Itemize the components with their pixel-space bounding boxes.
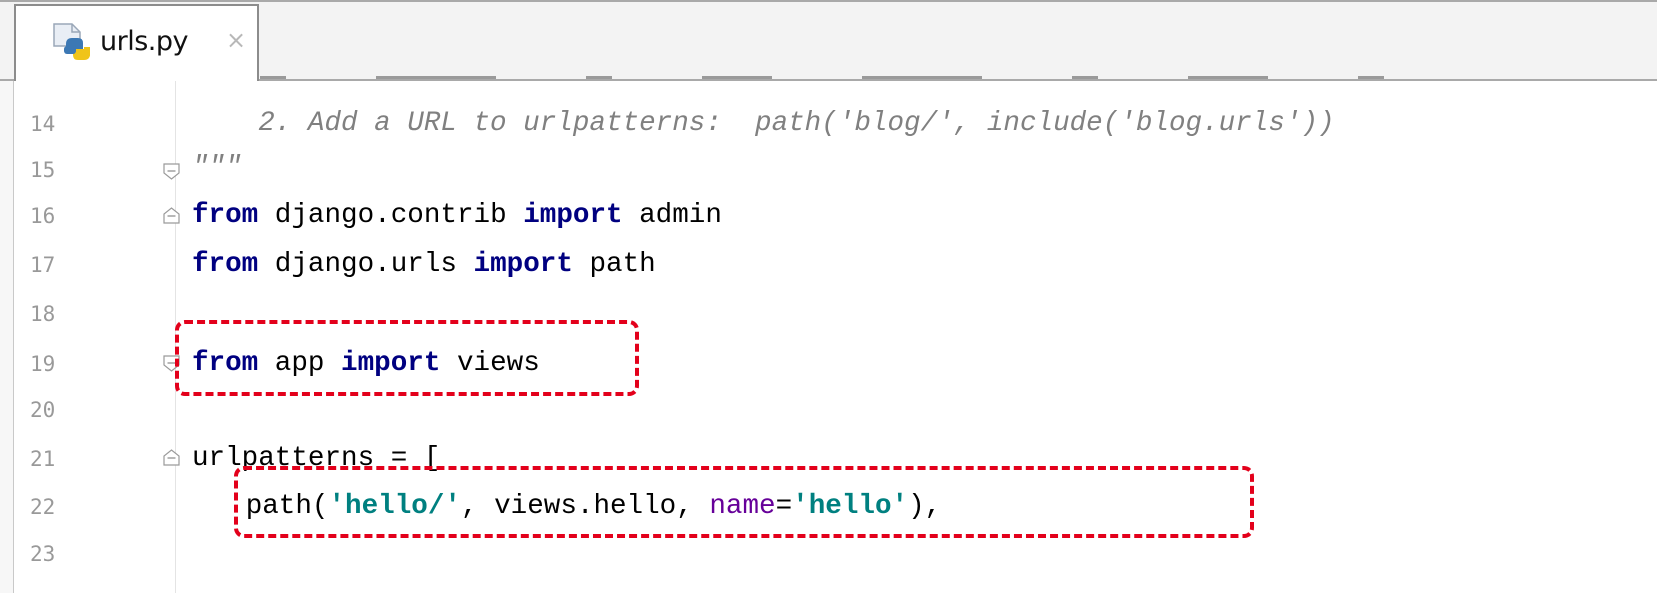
editor-left-edge xyxy=(0,0,14,593)
imported-name: path xyxy=(572,249,656,280)
line-number-22: 22 xyxy=(30,495,56,519)
keyword-from: from xyxy=(192,200,259,231)
code-line-15[interactable]: """ xyxy=(192,150,242,186)
code-line-17[interactable]: from django.urls import path xyxy=(192,247,656,283)
line-number-20: 20 xyxy=(30,398,56,422)
fold-start-icon[interactable] xyxy=(163,449,180,466)
line-number-15: 15 xyxy=(30,158,56,182)
fold-end-icon[interactable] xyxy=(163,163,180,180)
tab-title: urls.py xyxy=(100,26,188,57)
line-number-14: 14 xyxy=(30,112,56,136)
line-number-19: 19 xyxy=(30,352,56,376)
highlight-box-path-hello xyxy=(234,466,1254,538)
line-number-23: 23 xyxy=(30,542,56,566)
line-number-16: 16 xyxy=(30,204,56,228)
close-icon[interactable]: × xyxy=(226,28,246,52)
partially-visible-line-13 xyxy=(260,66,1650,82)
highlight-box-import-views xyxy=(175,320,639,396)
keyword-import: import xyxy=(473,249,573,280)
python-file-icon xyxy=(52,22,92,64)
imported-name: admin xyxy=(622,200,722,231)
fold-start-icon[interactable] xyxy=(163,207,180,224)
keyword-import: import xyxy=(523,200,623,231)
keyword-from: from xyxy=(192,249,259,280)
code-comment: 2. Add a URL to urlpatterns: path('blog/… xyxy=(192,108,1335,139)
code-line-16[interactable]: from django.contrib import admin xyxy=(192,198,722,234)
module-name: django.urls xyxy=(258,249,474,280)
module-name: django.contrib xyxy=(258,200,524,231)
tab-urls-py[interactable]: urls.py × xyxy=(14,4,259,81)
line-number-21: 21 xyxy=(30,447,56,471)
code-line-14[interactable]: 2. Add a URL to urlpatterns: path('blog/… xyxy=(192,106,1335,142)
docstring-end: """ xyxy=(192,152,242,183)
line-number-18: 18 xyxy=(30,302,56,326)
line-number-17: 17 xyxy=(30,253,56,277)
